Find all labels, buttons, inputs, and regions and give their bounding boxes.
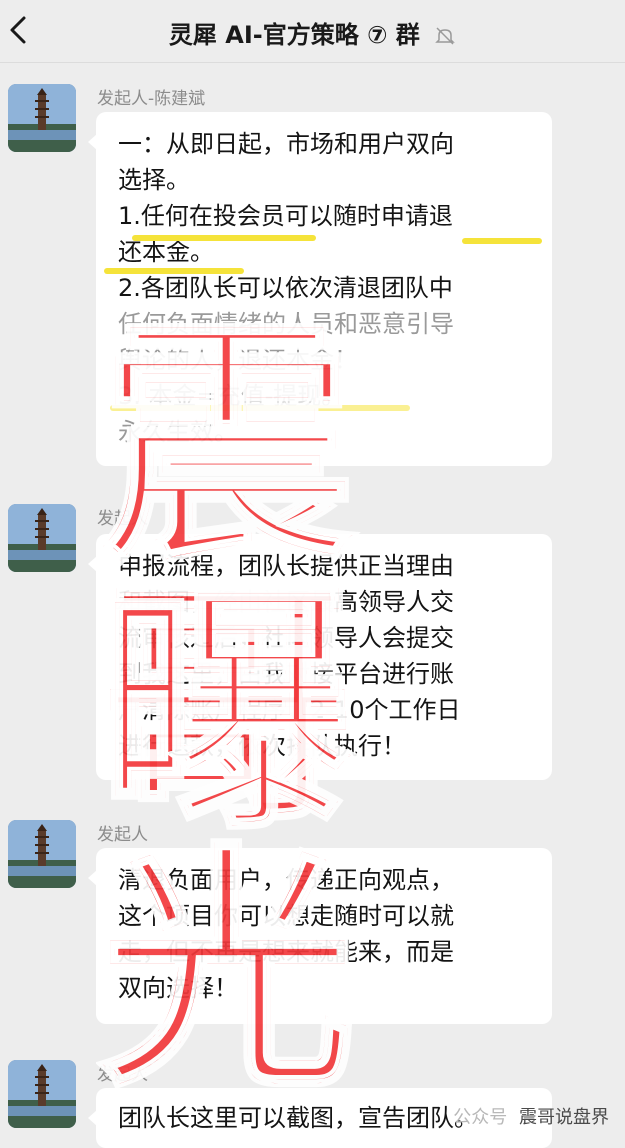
account-prefix: 公众号 [453, 1107, 508, 1128]
avatar[interactable] [8, 1060, 76, 1128]
chat-title: 灵犀 AI-官方策略 ⑦ 群 [0, 15, 625, 50]
message-line: 一：从即日起，市场和用户双向 [118, 130, 454, 158]
bubble-tail [88, 556, 97, 572]
pagoda-photo-avatar [8, 1060, 76, 1128]
bubble-tail [88, 1110, 97, 1126]
overlay-watermark-bottom: 曝光 [96, 564, 364, 1122]
avatar[interactable] [8, 84, 76, 152]
chat-header: 灵犀 AI-官方策略 ⑦ 群 [0, 0, 625, 63]
highlight-mark [462, 238, 542, 244]
pagoda-photo-avatar [8, 504, 76, 572]
pagoda-photo-avatar [8, 820, 76, 888]
account-credit: 公众号 震哥说盘界 [453, 1103, 609, 1129]
group-name: 灵犀 AI-官方策略 ⑦ 群 [168, 21, 420, 49]
pagoda-photo-avatar [8, 84, 76, 152]
sender-name: 发起人-陈建斌 [97, 89, 206, 109]
avatar[interactable] [8, 504, 76, 572]
highlight-mark [132, 235, 316, 241]
message-line: 选择。 [118, 166, 190, 194]
bubble-tail [88, 134, 97, 150]
bubble-tail [88, 870, 97, 886]
avatar[interactable] [8, 820, 76, 888]
message-line: 1.任何在投会员可以随时申请退 [118, 202, 453, 230]
bell-muted-icon [435, 27, 455, 45]
highlight-mark [104, 268, 244, 274]
account-name: 震哥说盘界 [519, 1107, 609, 1128]
